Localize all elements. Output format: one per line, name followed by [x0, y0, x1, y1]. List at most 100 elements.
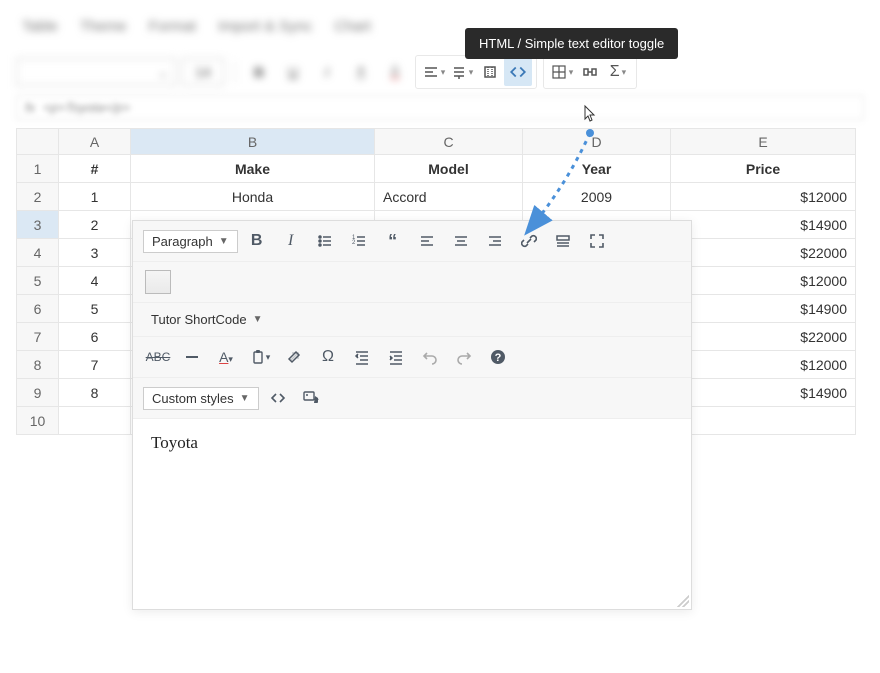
- cell-number[interactable]: 8: [59, 379, 131, 407]
- row-header[interactable]: 9: [17, 379, 59, 407]
- cell-price[interactable]: $14900: [671, 211, 856, 239]
- cell-number[interactable]: 6: [59, 323, 131, 351]
- borders-button[interactable]: ▾: [548, 58, 576, 86]
- functions-button[interactable]: Σ▾: [604, 58, 632, 86]
- row-header[interactable]: 8: [17, 351, 59, 379]
- rte-styles-select[interactable]: Custom styles▼: [143, 387, 259, 410]
- nav-table[interactable]: Table: [22, 18, 58, 35]
- font-size-input[interactable]: 14: [182, 58, 224, 86]
- cell-number[interactable]: 5: [59, 295, 131, 323]
- rte-fullscreen-button[interactable]: [582, 227, 612, 255]
- top-nav: Table Theme Format Import & Sync Chart: [0, 0, 880, 49]
- html-toggle-button[interactable]: [504, 58, 532, 86]
- rte-content-area[interactable]: Toyota: [133, 419, 691, 609]
- col-header-C[interactable]: C: [375, 129, 523, 155]
- header-year[interactable]: Year: [523, 155, 671, 183]
- rte-code-button[interactable]: [263, 384, 293, 412]
- nav-theme[interactable]: Theme: [80, 18, 127, 35]
- rte-toolbar-2: [133, 262, 691, 303]
- cell-number[interactable]: 2: [59, 211, 131, 239]
- rte-bullet-list-button[interactable]: [310, 227, 340, 255]
- header-number[interactable]: #: [59, 155, 131, 183]
- rte-text-color-button[interactable]: A▾: [211, 343, 241, 371]
- underline-button[interactable]: U: [279, 58, 307, 86]
- nav-chart[interactable]: Chart: [334, 18, 371, 35]
- rte-link-button[interactable]: [514, 227, 544, 255]
- rte-bold-button[interactable]: B: [242, 227, 272, 255]
- main-toolbar: ⌄ 14 B U I ▾ ▾ ▾ Σ▾: [16, 55, 864, 89]
- rte-blockquote-button[interactable]: “: [378, 227, 408, 255]
- row-header[interactable]: 5: [17, 267, 59, 295]
- nav-format[interactable]: Format: [149, 18, 197, 35]
- rte-horizontal-rule-button[interactable]: [177, 343, 207, 371]
- row-header[interactable]: 6: [17, 295, 59, 323]
- rte-align-left-button[interactable]: [412, 227, 442, 255]
- cell-price[interactable]: $22000: [671, 323, 856, 351]
- row-header[interactable]: 2: [17, 183, 59, 211]
- merge-cells-button[interactable]: [576, 58, 604, 86]
- table-header-row: 1 # Make Model Year Price: [17, 155, 856, 183]
- rte-help-button[interactable]: ?: [483, 343, 513, 371]
- rte-numbered-list-button[interactable]: 12: [344, 227, 374, 255]
- rte-shortcode-select[interactable]: Tutor ShortCode▼: [143, 309, 271, 330]
- column-headers: A B C D E: [17, 129, 856, 155]
- rte-align-center-button[interactable]: [446, 227, 476, 255]
- formula-bar[interactable]: fx <p>Toyota</p>: [16, 95, 864, 120]
- italic-button[interactable]: I: [313, 58, 341, 86]
- font-family-select[interactable]: ⌄: [16, 58, 176, 86]
- nav-import-sync[interactable]: Import & Sync: [218, 18, 312, 35]
- cell-price[interactable]: $12000: [671, 183, 856, 211]
- cell-price[interactable]: $14900: [671, 379, 856, 407]
- corner-cell[interactable]: [17, 129, 59, 155]
- rte-special-char-button[interactable]: Ω: [313, 343, 343, 371]
- table-row: 2 1 Honda Accord 2009 $12000: [17, 183, 856, 211]
- header-make[interactable]: Make: [131, 155, 375, 183]
- html-toggle-tooltip: HTML / Simple text editor toggle: [465, 28, 678, 59]
- rte-outdent-button[interactable]: [347, 343, 377, 371]
- rte-strikethrough-button[interactable]: ABC: [143, 343, 173, 371]
- col-header-B[interactable]: B: [131, 129, 375, 155]
- rte-resize-handle[interactable]: [677, 595, 689, 607]
- cell-model[interactable]: Accord: [375, 183, 523, 211]
- col-header-E[interactable]: E: [671, 129, 856, 155]
- row-header[interactable]: 3: [17, 211, 59, 239]
- col-header-A[interactable]: A: [59, 129, 131, 155]
- align-horizontal-button[interactable]: ▾: [420, 58, 448, 86]
- cell-number[interactable]: 3: [59, 239, 131, 267]
- svg-text:?: ?: [495, 352, 502, 364]
- svg-text:2: 2: [352, 240, 356, 246]
- rte-align-right-button[interactable]: [480, 227, 510, 255]
- bold-button[interactable]: B: [245, 58, 273, 86]
- row-header[interactable]: 4: [17, 239, 59, 267]
- rte-square-button[interactable]: [145, 270, 171, 294]
- rte-undo-button[interactable]: [415, 343, 445, 371]
- rte-media-button[interactable]: [297, 384, 327, 412]
- header-price[interactable]: Price: [671, 155, 856, 183]
- cell-price[interactable]: $22000: [671, 239, 856, 267]
- align-vertical-button[interactable]: ▾: [448, 58, 476, 86]
- rte-format-select[interactable]: Paragraph▼: [143, 230, 238, 253]
- cell-number[interactable]: 7: [59, 351, 131, 379]
- rte-insert-more-button[interactable]: [548, 227, 578, 255]
- text-color-button[interactable]: [381, 58, 409, 86]
- mouse-cursor: [581, 104, 599, 124]
- header-model[interactable]: Model: [375, 155, 523, 183]
- wrap-text-button[interactable]: [476, 58, 504, 86]
- cell-number[interactable]: 1: [59, 183, 131, 211]
- col-header-D[interactable]: D: [523, 129, 671, 155]
- row-header[interactable]: 1: [17, 155, 59, 183]
- cell-price[interactable]: $14900: [671, 295, 856, 323]
- cell-year[interactable]: 2009: [523, 183, 671, 211]
- fill-color-button[interactable]: [347, 58, 375, 86]
- rte-indent-button[interactable]: [381, 343, 411, 371]
- cell-make[interactable]: Honda: [131, 183, 375, 211]
- rte-clear-formatting-button[interactable]: [279, 343, 309, 371]
- cell-price[interactable]: $12000: [671, 351, 856, 379]
- cell-price[interactable]: $12000: [671, 267, 856, 295]
- row-header[interactable]: 10: [17, 407, 59, 435]
- rte-italic-button[interactable]: I: [276, 227, 306, 255]
- row-header[interactable]: 7: [17, 323, 59, 351]
- cell-number[interactable]: 4: [59, 267, 131, 295]
- rte-redo-button[interactable]: [449, 343, 479, 371]
- rte-paste-button[interactable]: ▾: [245, 343, 275, 371]
